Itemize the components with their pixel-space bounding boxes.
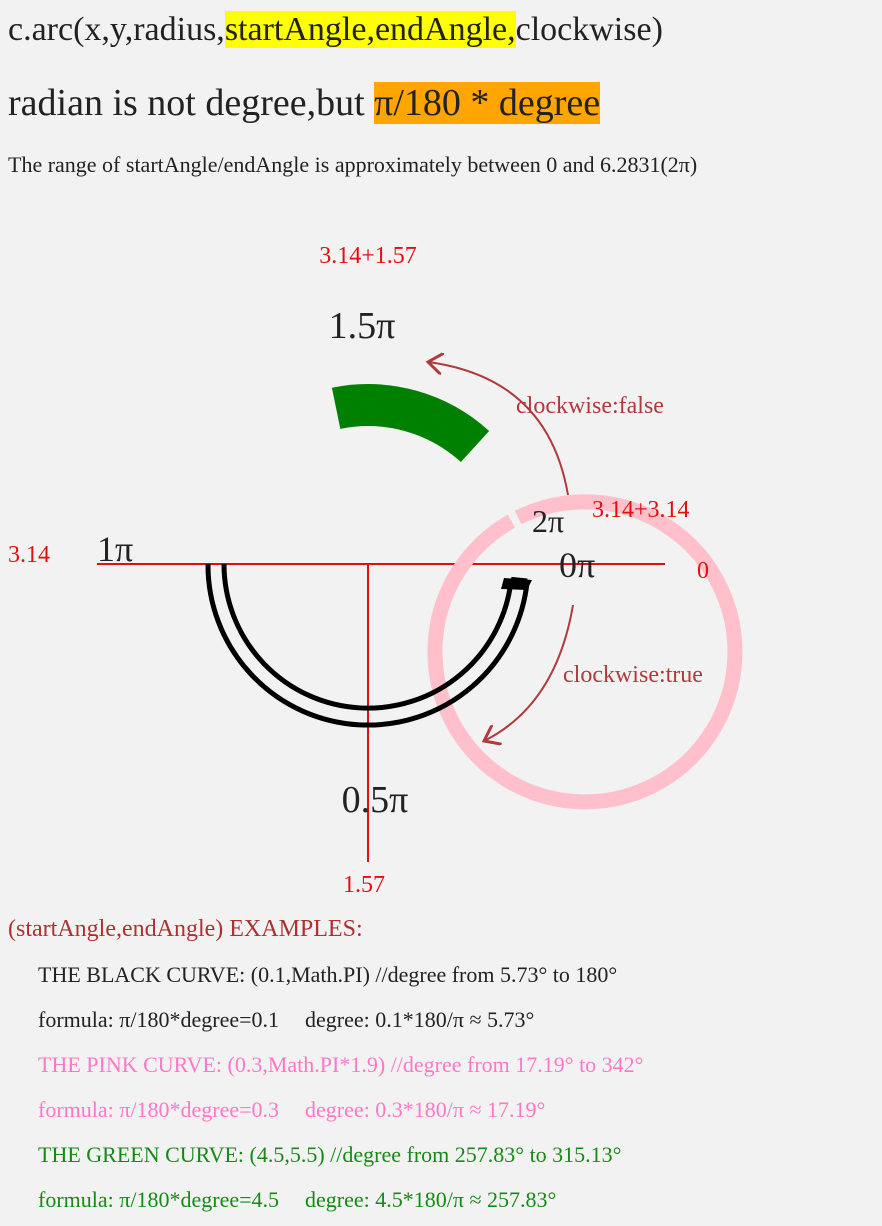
top-radian-value: 3.14+1.57 <box>319 243 417 269</box>
black-curve-end <box>501 578 532 590</box>
pink-curve-formula: formula: π/180*degree=0.3 degree: 0.3*180… <box>38 1095 545 1125</box>
green-curve <box>331 384 490 463</box>
black-degree-text: degree: 0.1*180/π ≈ 5.73° <box>305 1007 535 1032</box>
pink-curve-description: THE PINK CURVE: (0.3,Math.PI*1.9) //degr… <box>38 1052 644 1077</box>
pink-formula-text: formula: π/180*degree=0.3 <box>38 1097 280 1122</box>
two-pi-radian-value: 3.14+3.14 <box>592 497 690 523</box>
examples-heading: (startAngle,endAngle) EXAMPLES: <box>8 916 363 942</box>
signature-line: c.arc(x,y,radius,startAngle,endAngle,clo… <box>8 8 663 52</box>
green-formula-text: formula: π/180*degree=4.5 <box>38 1187 280 1212</box>
bottom-radian-value: 1.57 <box>343 872 385 898</box>
green-degree-text: degree: 4.5*180/π ≈ 257.83° <box>305 1187 557 1212</box>
radian-note-text: radian is not degree,but <box>8 82 375 124</box>
clockwise-label: clockwise:true <box>563 662 703 688</box>
one-pi-label: 1π <box>97 529 133 569</box>
arc-diagram: 3.14+1.57 1.5π clockwise:false 2π 3.14+3… <box>8 243 743 898</box>
bottom-pi-label: 0.5π <box>342 779 409 821</box>
signature-end: clockwise) <box>515 11 663 48</box>
angle-params-highlight: startAngle,endAngle, <box>224 11 516 48</box>
green-curve-description: THE GREEN CURVE: (4.5,5.5) //degree from… <box>38 1142 622 1167</box>
pink-degree-text: degree: 0.3*180/π ≈ 17.19° <box>305 1097 546 1122</box>
zero-pi-label: 0π <box>559 545 595 585</box>
green-curve-formula: formula: π/180*degree=4.5 degree: 4.5*180… <box>38 1185 556 1215</box>
radian-formula-highlight: π/180 * degree <box>374 82 601 124</box>
top-pi-label: 1.5π <box>329 305 396 347</box>
signature-start: c.arc(x,y,radius, <box>8 11 225 48</box>
right-radian-value: 0 <box>697 558 709 584</box>
black-formula-text: formula: π/180*degree=0.1 <box>38 1007 280 1032</box>
two-pi-label: 2π <box>532 503 564 539</box>
range-note: The range of startAngle/endAngle is appr… <box>8 152 698 177</box>
black-curve-formula: formula: π/180*degree=0.1 degree: 0.1*180… <box>38 1005 534 1035</box>
black-curve-description: THE BLACK CURVE: (0.1,Math.PI) //degree … <box>38 962 618 987</box>
radian-note: radian is not degree,but π/180 * degree <box>8 80 601 126</box>
counterclockwise-label: clockwise:false <box>516 393 664 419</box>
left-radian-value: 3.14 <box>8 542 50 568</box>
